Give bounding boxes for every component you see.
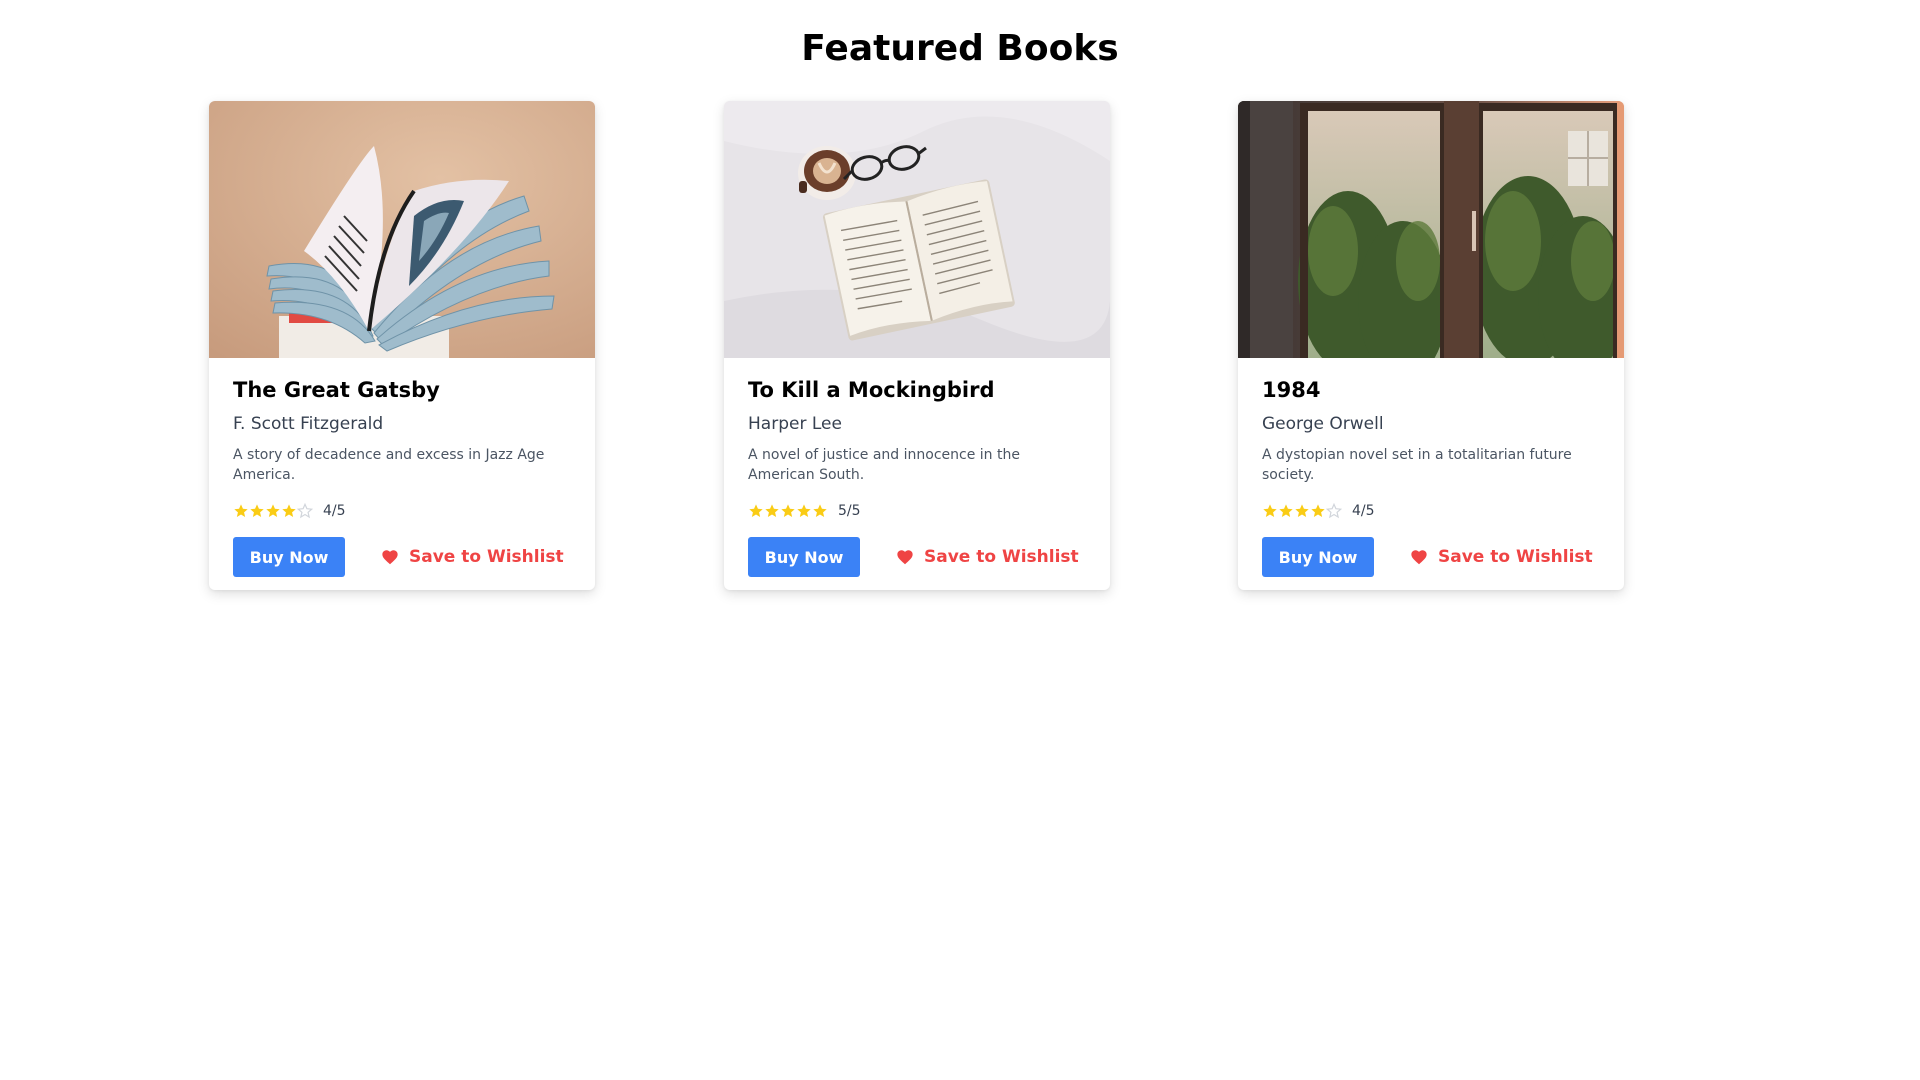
heart-icon (897, 550, 913, 565)
open-book-photo-icon (209, 101, 595, 358)
star-filled-icon (765, 504, 779, 517)
star-filled-icon (1295, 504, 1309, 517)
card-actions: Buy Now Save to Wishlist (233, 537, 571, 577)
book-description: A story of decadence and excess in Jazz … (233, 447, 545, 483)
save-to-wishlist-button[interactable]: Save to Wishlist (896, 547, 1079, 567)
star-rating (1262, 503, 1342, 519)
card-actions: Buy Now Save to Wishlist (1262, 537, 1600, 577)
buy-now-button[interactable]: Buy Now (233, 537, 345, 577)
star-rating (748, 503, 828, 519)
heart-icon (1411, 550, 1427, 565)
rating: 4/5 (233, 501, 571, 521)
save-to-wishlist-button[interactable]: Save to Wishlist (1410, 547, 1593, 567)
buy-now-button[interactable]: Buy Now (748, 537, 860, 577)
book-author: F. Scott Fitzgerald (233, 414, 384, 434)
wishlist-label: Save to Wishlist (409, 547, 564, 567)
save-to-wishlist-button[interactable]: Save to Wishlist (381, 547, 564, 567)
star-filled-icon (266, 504, 280, 517)
star-filled-icon (250, 504, 264, 517)
heart-icon (382, 550, 398, 565)
buy-now-button[interactable]: Buy Now (1262, 537, 1374, 577)
star-filled-icon (813, 504, 827, 517)
star-filled-icon (749, 504, 763, 517)
star-filled-icon (234, 504, 248, 517)
book-author: Harper Lee (748, 414, 842, 434)
rating-text: 5/5 (838, 503, 861, 519)
rating: 4/5 (1262, 501, 1600, 521)
book-cover-image (724, 101, 1110, 358)
book-title: The Great Gatsby (233, 378, 440, 402)
page-title: Featured Books (801, 28, 1119, 69)
book-description: A dystopian novel set in a totalitarian … (1262, 447, 1572, 483)
star-empty-icon (1326, 503, 1342, 519)
star-filled-icon (1279, 504, 1293, 517)
book-author: George Orwell (1262, 414, 1384, 434)
wishlist-label: Save to Wishlist (1438, 547, 1593, 567)
book-card: 1984 George Orwell A dystopian novel set… (1238, 101, 1624, 590)
rating: 5/5 (748, 501, 1086, 521)
book-title: 1984 (1262, 378, 1321, 402)
book-description: A novel of justice and innocence in the … (748, 447, 1020, 483)
wishlist-label: Save to Wishlist (924, 547, 1079, 567)
book-cover-image (209, 101, 595, 358)
book-cover-image (1238, 101, 1624, 358)
book-card: The Great Gatsby F. Scott Fitzgerald A s… (209, 101, 595, 590)
star-filled-icon (781, 504, 795, 517)
window-garden-photo-icon (1238, 101, 1624, 358)
star-rating (233, 503, 313, 519)
star-filled-icon (282, 504, 296, 517)
star-filled-icon (797, 504, 811, 517)
card-actions: Buy Now Save to Wishlist (748, 537, 1086, 577)
rating-text: 4/5 (323, 503, 346, 519)
book-coffee-glasses-photo-icon (724, 101, 1110, 358)
star-filled-icon (1263, 504, 1277, 517)
book-title: To Kill a Mockingbird (748, 378, 995, 402)
rating-text: 4/5 (1352, 503, 1375, 519)
star-empty-icon (297, 503, 313, 519)
star-filled-icon (1311, 504, 1325, 517)
book-card: To Kill a Mockingbird Harper Lee A novel… (724, 101, 1110, 590)
